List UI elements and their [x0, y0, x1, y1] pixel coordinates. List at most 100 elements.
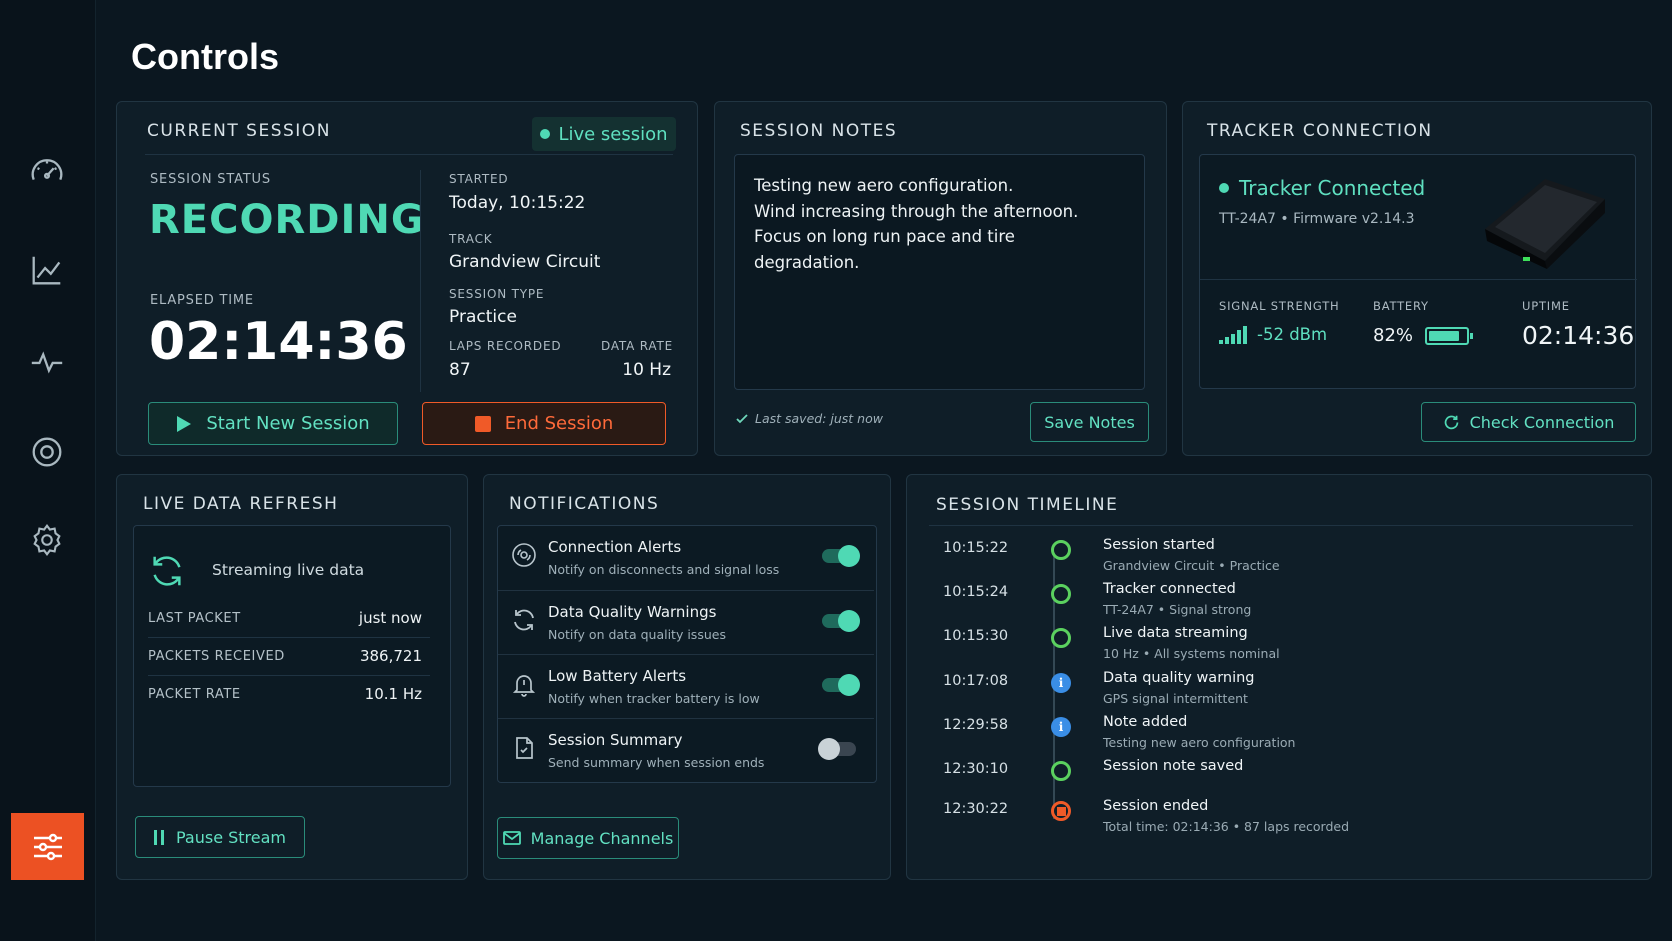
button-label: Save Notes	[1044, 412, 1135, 432]
stat-value: just now	[358, 609, 422, 627]
uptime-value: 02:14:36	[1522, 321, 1635, 350]
status-ok-icon	[1051, 628, 1071, 648]
event-description: Total time: 02:14:36 • 87 laps recorded	[1103, 819, 1350, 834]
pause-stream-button[interactable]: Pause Stream	[135, 816, 305, 858]
timeline-event: 10:15:24 Tracker connected TT-24A7 • Signa…	[943, 581, 1643, 627]
info-icon: i	[1051, 673, 1071, 693]
note-line: Testing new aero configuration.	[754, 176, 1014, 195]
target-icon	[32, 437, 62, 467]
notification-description: Send summary when session ends	[548, 755, 765, 770]
stat-value: 10.1 Hz	[364, 685, 422, 703]
sync-icon	[153, 556, 181, 586]
play-icon	[177, 415, 192, 432]
notification-description: Notify when tracker battery is low	[548, 691, 760, 706]
note-line: Focus on long run pace and tire	[754, 227, 1015, 246]
divider	[145, 154, 673, 155]
live-session-badge: Live session	[532, 117, 676, 151]
uptime-label: UPTIME	[1522, 299, 1570, 313]
stat-row: PACKET RATE 10.1 Hz	[148, 676, 430, 714]
nav-settings[interactable]	[22, 515, 72, 565]
button-label: Manage Channels	[530, 828, 674, 848]
end-session-button[interactable]: End Session	[422, 402, 666, 445]
notification-description: Notify on data quality issues	[548, 627, 726, 642]
event-time: 12:30:22	[943, 801, 1009, 817]
pulse-icon	[31, 351, 63, 374]
track-label: TRACK	[449, 232, 493, 246]
card-title: NOTIFICATIONS	[509, 494, 660, 514]
tracker-status: Tracker Connected	[1219, 176, 1425, 200]
data-rate-label: DATA RATE	[601, 339, 673, 353]
event-title: Data quality warning	[1103, 670, 1255, 686]
status-dot-icon	[1219, 183, 1229, 193]
divider	[1200, 279, 1637, 280]
status-ok-icon	[1051, 540, 1071, 560]
toggle-knob	[838, 545, 860, 567]
battery-value: 82%	[1373, 325, 1414, 346]
battery-value-group: 82%	[1373, 325, 1474, 346]
nav-dashboard[interactable]	[22, 147, 72, 197]
pause-icon	[153, 829, 164, 845]
manage-channels-button[interactable]: Manage Channels	[497, 817, 679, 859]
notification-title: Session Summary	[548, 731, 683, 749]
card-title: SESSION NOTES	[740, 121, 898, 141]
status-label: SESSION STATUS	[150, 172, 271, 187]
notification-toggle[interactable]	[822, 674, 860, 696]
event-time: 12:29:58	[943, 717, 1009, 733]
note-line: Wind increasing through the afternoon.	[754, 201, 1079, 221]
notes-textarea[interactable]: Testing new aero configuration. Wind incr…	[734, 154, 1145, 390]
gear-icon	[33, 524, 61, 556]
stat-row: PACKETS RECEIVED 386,721	[148, 638, 430, 676]
nav-target[interactable]	[22, 427, 72, 477]
button-label: Start New Session	[206, 413, 370, 434]
nav-analytics[interactable]	[22, 245, 72, 295]
timeline-event: 10:15:30 Live data streaming 10 Hz • All s…	[943, 625, 1643, 671]
speedometer-icon	[31, 159, 63, 181]
battery-icon	[1425, 326, 1474, 345]
card-title: LIVE DATA REFRESH	[143, 494, 339, 514]
timeline-event: 12:29:58 i Note added Testing new aero conf…	[943, 714, 1643, 760]
signal-value: -52 dBm	[1257, 325, 1328, 344]
event-title: Session ended	[1103, 798, 1209, 814]
bell-icon	[511, 671, 537, 697]
tracker-panel: Tracker Connected TT-24A7 • Firmware v2.…	[1199, 154, 1637, 389]
timeline-event: 10:15:22 Session started Grandview Circuit…	[943, 537, 1643, 583]
badge-label: Live session	[558, 123, 668, 145]
stat-label: PACKETS RECEIVED	[148, 649, 285, 664]
laps-label: LAPS RECORDED	[449, 339, 562, 353]
notification-row: Connection Alerts Notify on disconnects a…	[498, 526, 874, 590]
data-rate-value: 10 Hz	[622, 360, 671, 380]
nav-telemetry[interactable]	[22, 337, 72, 387]
sliders-icon	[33, 833, 62, 860]
notification-toggle[interactable]	[822, 545, 860, 567]
event-title: Live data streaming	[1103, 625, 1248, 641]
current-session-card: CURRENT SESSION Live session SESSION STA…	[116, 101, 698, 456]
stat-label: LAST PACKET	[148, 611, 241, 626]
info-icon: i	[1051, 717, 1071, 737]
divider	[929, 525, 1633, 526]
notification-toggle[interactable]	[818, 738, 856, 760]
event-title: Session started	[1103, 537, 1215, 553]
button-label: Pause Stream	[175, 827, 287, 847]
started-value: Today, 10:15:22	[449, 193, 586, 213]
notification-toggle[interactable]	[822, 610, 860, 632]
page-title: Controls	[131, 36, 279, 77]
event-description: Testing new aero configuration	[1103, 735, 1296, 750]
tracker-device-image	[1485, 179, 1605, 269]
event-time: 10:17:08	[943, 673, 1009, 689]
divider	[420, 170, 421, 392]
event-description: Grandview Circuit • Practice	[1103, 558, 1280, 573]
event-time: 10:15:22	[943, 540, 1009, 556]
toggle-knob	[838, 610, 860, 632]
event-description: 10 Hz • All systems nominal	[1103, 646, 1280, 661]
signal-value-group: -52 dBm	[1219, 325, 1327, 344]
start-new-session-button[interactable]: Start New Session	[148, 402, 398, 445]
notification-title: Low Battery Alerts	[548, 667, 687, 685]
event-description: TT-24A7 • Signal strong	[1103, 602, 1252, 617]
save-notes-button[interactable]: Save Notes	[1030, 402, 1149, 442]
nav-controls[interactable]	[11, 813, 84, 880]
notification-title: Connection Alerts	[548, 538, 682, 556]
tracker-status-text: Tracker Connected	[1239, 176, 1426, 200]
refresh-icon	[1444, 415, 1458, 429]
battery-label: BATTERY	[1373, 299, 1429, 313]
check-connection-button[interactable]: Check Connection	[1421, 402, 1636, 442]
